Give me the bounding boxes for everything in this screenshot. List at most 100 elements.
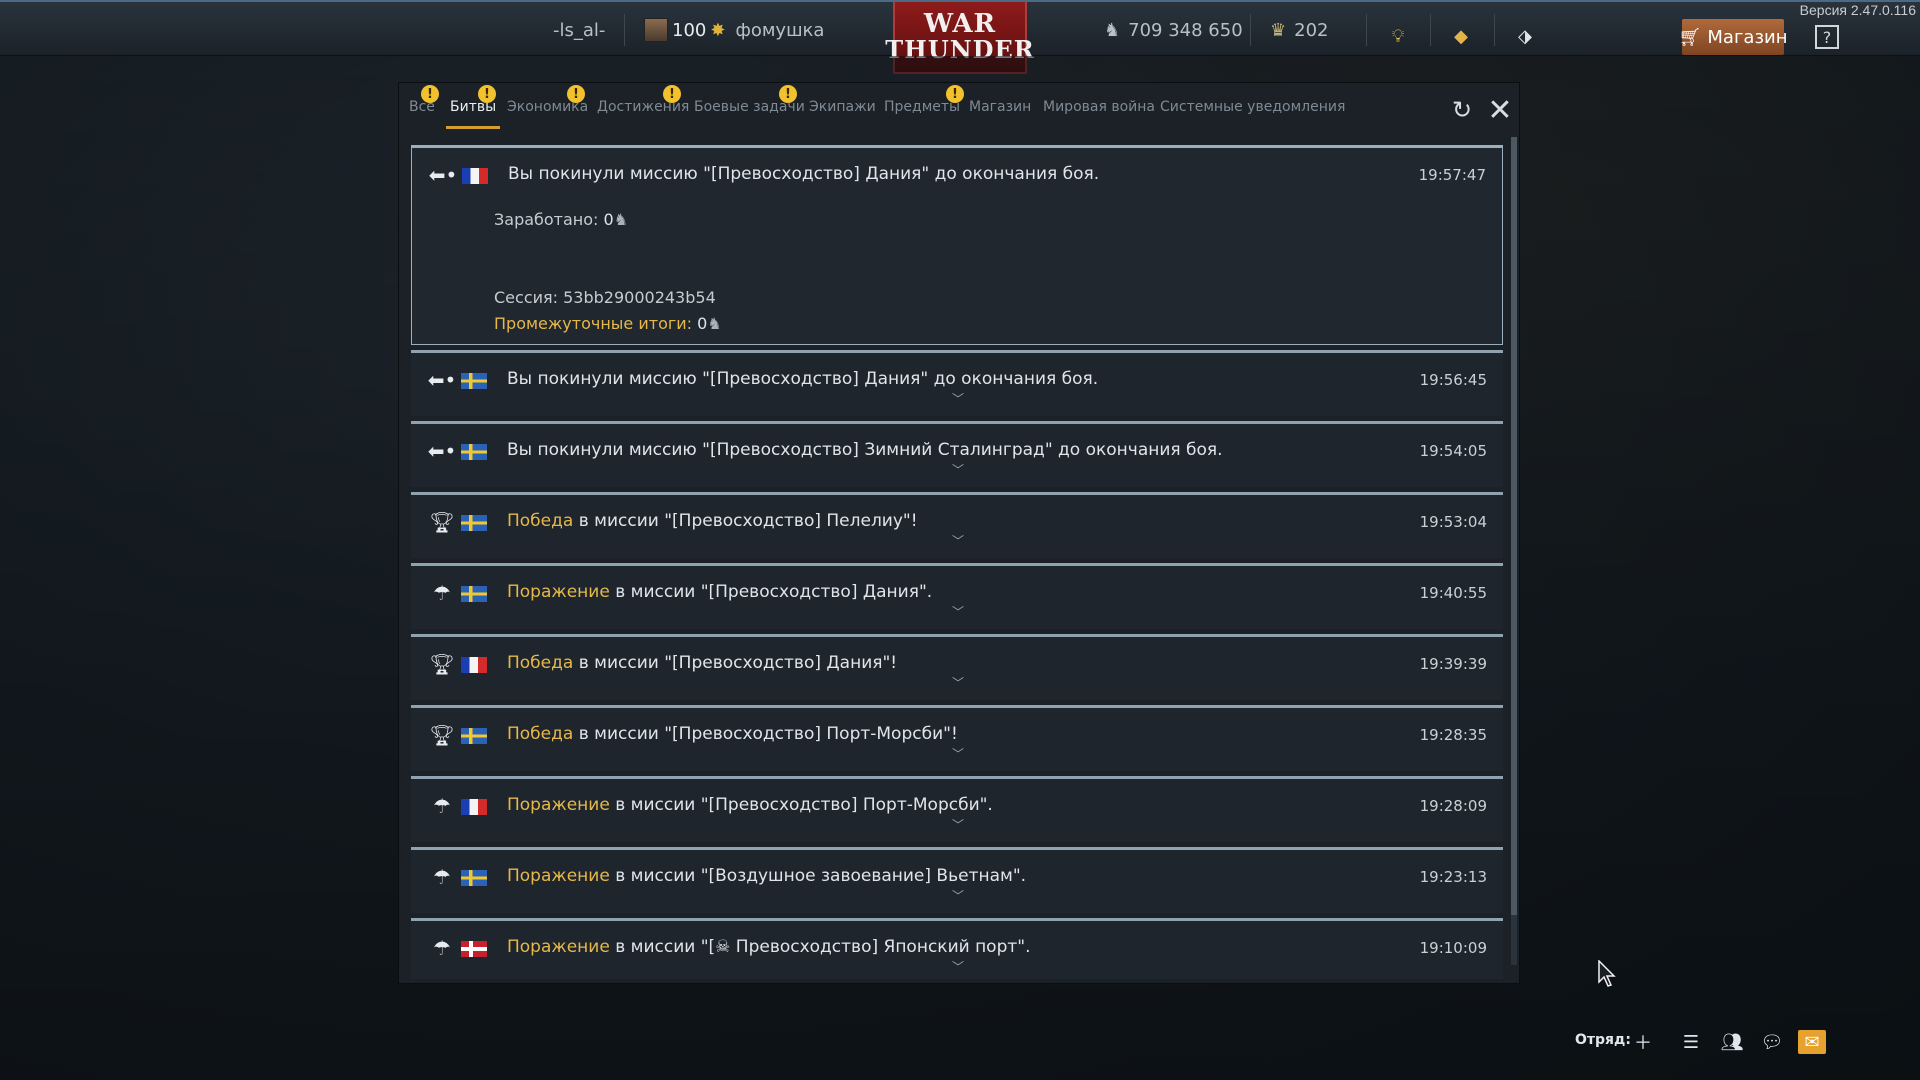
- tab-system-notifications[interactable]: Системные уведомления: [1160, 83, 1345, 129]
- mouse-cursor-icon: [1598, 960, 1616, 987]
- tab-world-war[interactable]: Мировая война: [1043, 83, 1155, 129]
- player-level: 100: [672, 19, 707, 41]
- golden-eagles-balance[interactable]: ♛ 202: [1270, 2, 1329, 58]
- session-label: Сессия:: [494, 288, 559, 307]
- separator: [1430, 14, 1431, 46]
- sweden-flag-icon: [461, 728, 487, 744]
- chevron-down-icon[interactable]: ﹀: [951, 890, 965, 902]
- coupon-icon[interactable]: ⬗: [1513, 24, 1537, 48]
- tab-items[interactable]: ! Предметы: [884, 83, 964, 129]
- chevron-down-icon[interactable]: ﹀: [951, 464, 965, 476]
- sweden-flag-icon: [461, 515, 487, 531]
- mail-icon[interactable]: ✉: [1798, 1030, 1826, 1054]
- tab-all[interactable]: ! Все: [409, 83, 439, 129]
- message-time: 19:54:05: [1419, 442, 1487, 460]
- message-item[interactable]: ☂ Поражение в миссии "[Превосходство] По…: [411, 776, 1503, 842]
- message-time: 19:39:39: [1419, 655, 1487, 673]
- message-item[interactable]: ⬅• Вы покинули миссию "[Превосходство] Д…: [411, 350, 1503, 416]
- message-title: Вы покинули миссию "[Превосходство] Дани…: [508, 164, 1100, 184]
- separator: [1250, 14, 1251, 46]
- message-result: Поражение: [507, 795, 610, 815]
- leave-icon: ⬅•: [427, 368, 457, 392]
- refresh-icon[interactable]: ↻: [1449, 96, 1475, 124]
- parachute-icon: ☂: [433, 936, 451, 960]
- message-item[interactable]: ☂ Поражение в миссии "[Превосходство] Да…: [411, 563, 1503, 629]
- france-flag-icon: [461, 657, 487, 673]
- message-time: 19:28:09: [1419, 797, 1487, 815]
- player-name[interactable]: -ls_al-: [553, 2, 605, 58]
- rank-star-icon: ✸: [710, 19, 726, 41]
- lightbulb-icon[interactable]: 💡︎: [1386, 24, 1410, 48]
- message-list: ⬅• Вы покинули миссию "[Превосходство] Д…: [411, 145, 1503, 979]
- tab-battles[interactable]: ! Битвы: [445, 83, 501, 129]
- interim-label: Промежуточные итоги:: [494, 314, 693, 333]
- diamond-icon[interactable]: ◆: [1449, 24, 1473, 48]
- tab-crews[interactable]: Экипажи: [809, 83, 876, 129]
- message-item[interactable]: 🏆︎ Победа в миссии "[Превосходство] Порт…: [411, 705, 1503, 771]
- shop-button[interactable]: 🛒︎ Магазин: [1679, 19, 1787, 55]
- message-item[interactable]: 🏆︎ Победа в миссии "[Превосходство] Пеле…: [411, 492, 1503, 558]
- tab-achievements[interactable]: ! Достижения: [597, 83, 689, 129]
- leave-icon: ⬅•: [427, 439, 457, 463]
- sweden-flag-icon: [461, 870, 487, 886]
- eagle-icon: ♛: [1270, 19, 1287, 41]
- lion-icon: ♞: [707, 314, 722, 333]
- earned-line: Заработано: 0♞: [494, 210, 628, 229]
- golden-eagles-value: 202: [1294, 19, 1329, 41]
- message-result: Поражение: [507, 937, 610, 957]
- avatar: [644, 18, 668, 42]
- chevron-down-icon[interactable]: ﹀: [951, 393, 965, 405]
- sweden-flag-icon: [461, 373, 487, 389]
- separator: [624, 14, 625, 46]
- scrollbar[interactable]: [1511, 137, 1517, 965]
- chevron-down-icon[interactable]: ﹀: [951, 748, 965, 760]
- tab-label: Системные уведомления: [1160, 99, 1346, 115]
- tab-shop[interactable]: Магазин: [969, 83, 1031, 129]
- silver-lions-value: 709 348 650: [1128, 19, 1243, 41]
- message-item[interactable]: 🏆︎ Победа в миссии "[Превосходство] Дани…: [411, 634, 1503, 700]
- player-profile[interactable]: 100 ✸ фомушка: [644, 2, 824, 58]
- tab-economy[interactable]: ! Экономика: [507, 83, 588, 129]
- sweden-flag-icon: [461, 586, 487, 602]
- sweden-flag-icon: [461, 444, 487, 460]
- logo-line1: WAR: [923, 9, 997, 39]
- message-time: 19:28:35: [1419, 726, 1487, 744]
- top-bar: Версия 2.47.0.116 -ls_al- 100 ✸ фомушка …: [0, 0, 1920, 74]
- close-icon[interactable]: ✕: [1487, 93, 1513, 128]
- list-icon[interactable]: ☰: [1677, 1030, 1705, 1054]
- message-time: 19:10:09: [1419, 939, 1487, 957]
- chevron-down-icon[interactable]: ﹀: [951, 535, 965, 547]
- chevron-down-icon[interactable]: ﹀: [951, 606, 965, 618]
- chevron-down-icon[interactable]: ﹀: [951, 819, 965, 831]
- notification-badge: !: [478, 85, 496, 103]
- scrollbar-thumb[interactable]: [1511, 137, 1517, 915]
- message-item[interactable]: ☂ Поражение в миссии "[☠ Превосходство] …: [411, 918, 1503, 979]
- earned-value: 0: [603, 210, 614, 229]
- message-title: Победа в миссии "[Превосходство] Порт-Мо…: [507, 724, 958, 744]
- message-text: в миссии "[Превосходство] Дания".: [609, 582, 933, 602]
- separator: [1366, 14, 1367, 46]
- message-text: Вы покинули миссию "[Превосходство] Зимн…: [507, 440, 1223, 460]
- message-item[interactable]: ⬅• Вы покинули миссию "[Превосходство] Д…: [411, 145, 1503, 345]
- message-text: в миссии "[Превосходство] Порт-Морсби"!: [573, 724, 958, 744]
- message-text: Вы покинули миссию "[Превосходство] Дани…: [507, 369, 1099, 389]
- message-time: 19:23:13: [1419, 868, 1487, 886]
- tab-battle-tasks[interactable]: ! Боевые задачи: [694, 83, 805, 129]
- chat-icon[interactable]: 💬︎: [1758, 1030, 1786, 1054]
- battle-messages-window: ! Все ! Битвы ! Экономика ! Достижения !…: [398, 82, 1520, 984]
- silver-lions-balance[interactable]: ♞ 709 348 650: [1104, 2, 1243, 58]
- tab-label: Мировая война: [1043, 99, 1155, 115]
- contacts-icon[interactable]: 👥︎: [1718, 1030, 1746, 1054]
- message-item[interactable]: ☂ Поражение в миссии "[Воздушное завоева…: [411, 847, 1503, 913]
- message-title: Вы покинули миссию "[Превосходство] Зимн…: [507, 440, 1223, 460]
- message-text: в миссии "[Превосходство] Порт-Морсби".: [609, 795, 993, 815]
- notification-badge: !: [779, 85, 797, 103]
- france-flag-icon: [461, 799, 487, 815]
- notification-badge: !: [421, 85, 439, 103]
- chevron-down-icon[interactable]: ﹀: [951, 961, 965, 973]
- add-squad-icon[interactable]: ＋: [1629, 1030, 1657, 1054]
- message-item[interactable]: ⬅• Вы покинули миссию "[Превосходство] З…: [411, 421, 1503, 487]
- chevron-down-icon[interactable]: ﹀: [951, 677, 965, 689]
- message-title: Поражение в миссии "[Превосходство] Дани…: [507, 582, 932, 602]
- help-button[interactable]: ?: [1815, 25, 1839, 49]
